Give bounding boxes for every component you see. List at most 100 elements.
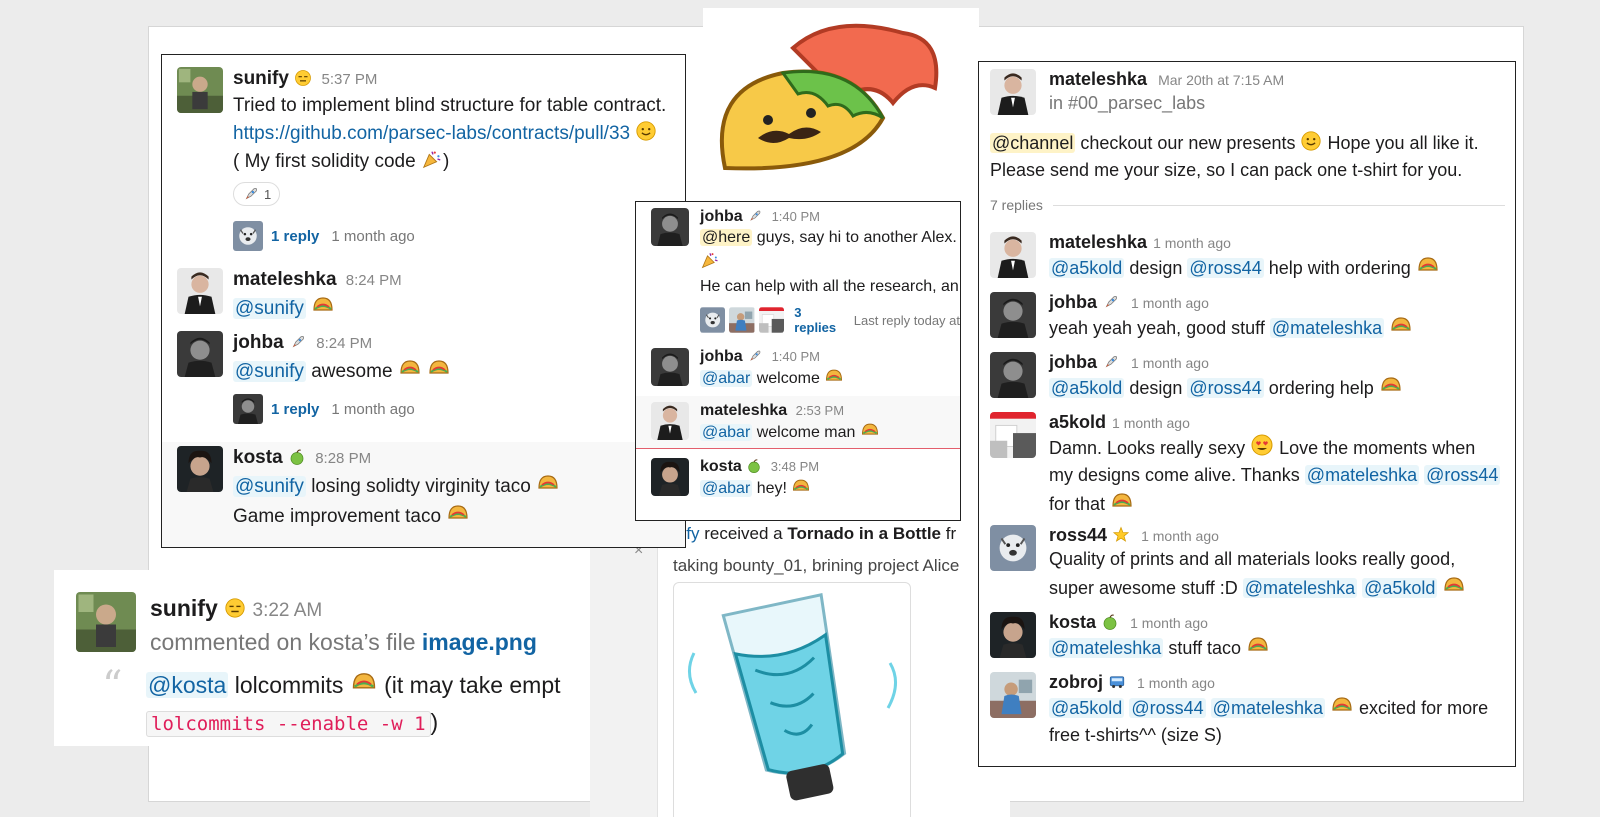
timestamp[interactable]: 8:28 PM	[315, 450, 371, 467]
panel-a-conversation: sunify 5:37 PM Tried to implement blind …	[161, 54, 686, 548]
sender-name[interactable]: sunify	[150, 595, 218, 621]
timestamp[interactable]: 3:22 AM	[253, 600, 323, 621]
message-text: stuff taco	[1168, 638, 1242, 658]
rocket-icon	[1105, 356, 1118, 368]
timestamp[interactable]: 8:24 PM	[316, 335, 372, 352]
avatar[interactable]	[651, 402, 689, 440]
avatar[interactable]	[990, 525, 1036, 571]
mention[interactable]: @sunify	[233, 476, 306, 497]
taco-icon	[793, 479, 810, 491]
reaction-rocket[interactable]: 1	[233, 182, 281, 206]
mention[interactable]: @a5kold	[1049, 258, 1125, 278]
thread-summary[interactable]: 1 reply 1 month ago	[233, 221, 685, 251]
file-link[interactable]: image.png	[422, 629, 537, 655]
mention[interactable]: @ross44	[1129, 698, 1206, 718]
timestamp[interactable]: 3:48 PM	[771, 459, 819, 474]
avatar[interactable]	[177, 331, 223, 377]
avatar	[729, 307, 755, 333]
avatar[interactable]	[76, 592, 136, 652]
timestamp[interactable]: 1 month ago	[1141, 528, 1219, 544]
sender-name[interactable]: johba	[233, 332, 284, 353]
thread-summary[interactable]: 3 replies Last reply today at	[700, 305, 960, 335]
sender-name[interactable]: mateleshka	[700, 402, 787, 419]
avatar[interactable]	[990, 612, 1036, 658]
mention[interactable]: @abar	[700, 370, 753, 387]
mention[interactable]: @a5kold	[1049, 698, 1125, 718]
timestamp[interactable]: 5:37 PM	[322, 71, 378, 88]
bounty-text: nify received a Tornado in a Bottle fr	[673, 524, 956, 544]
mention[interactable]: @mateleshka	[1210, 698, 1325, 718]
avatar[interactable]	[177, 268, 223, 314]
avatar[interactable]	[990, 232, 1036, 278]
thread-summary[interactable]: 1 reply 1 month ago	[233, 394, 685, 424]
avatar[interactable]	[651, 208, 689, 246]
timestamp[interactable]: 8:24 PM	[346, 272, 402, 289]
timestamp[interactable]: 1 month ago	[1131, 355, 1209, 371]
avatar[interactable]	[990, 69, 1036, 115]
reply-count[interactable]: 1 reply	[271, 401, 319, 418]
smiley-icon	[1301, 131, 1322, 151]
mention[interactable]: @sunify	[233, 298, 306, 319]
timestamp[interactable]: 2:53 PM	[796, 403, 844, 418]
sender-name[interactable]: johba	[1049, 292, 1097, 312]
mention[interactable]: @mateleshka	[1049, 638, 1164, 658]
here-mention[interactable]: @here	[700, 229, 753, 246]
sender-name[interactable]: kosta	[1049, 612, 1096, 632]
reply: johba 1 month ago @a5kold design @ross44…	[979, 352, 1515, 402]
sender-name[interactable]: johba	[1049, 352, 1097, 372]
mention[interactable]: @ross44	[1424, 465, 1501, 485]
reply-count[interactable]: 1 reply	[271, 228, 319, 245]
channel-label[interactable]: in #00_parsec_labs	[1049, 90, 1515, 116]
timestamp[interactable]: Mar 20th at 7:15 AM	[1158, 72, 1284, 88]
sender-name[interactable]: a5kold	[1049, 412, 1106, 432]
panel-d-file-comment: sunify 3:22 AM commented on kosta’s file…	[54, 570, 590, 746]
mention[interactable]: @abar	[700, 480, 753, 497]
sender-name[interactable]: mateleshka	[1049, 69, 1147, 89]
timestamp[interactable]: 1 month ago	[1131, 295, 1209, 311]
message: mateleshka 2:53 PM @abar welcome man	[636, 396, 960, 449]
avatar	[233, 394, 263, 424]
avatar[interactable]	[651, 458, 689, 496]
mention[interactable]: @ross44	[1187, 258, 1264, 278]
message: mateleshka 8:24 PM @sunify	[162, 268, 685, 323]
mention[interactable]: @kosta	[146, 672, 229, 698]
mention[interactable]: @ross44	[1187, 378, 1264, 398]
mention[interactable]: @sunify	[233, 361, 306, 382]
mention[interactable]: @a5kold	[1049, 378, 1125, 398]
avatar[interactable]	[990, 412, 1036, 458]
timestamp[interactable]: 1 month ago	[1112, 415, 1190, 431]
avatar[interactable]	[990, 292, 1036, 338]
sender-name[interactable]: sunify	[233, 68, 289, 89]
message-text: Hope you all like it.	[1327, 133, 1479, 153]
sender-name[interactable]: kosta	[700, 458, 742, 475]
mention[interactable]: @mateleshka	[1269, 318, 1385, 338]
sender-name[interactable]: mateleshka	[233, 269, 337, 290]
timestamp[interactable]: 1:40 PM	[772, 349, 820, 364]
sender-name[interactable]: mateleshka	[1049, 232, 1147, 252]
avatar[interactable]	[177, 446, 223, 492]
timestamp[interactable]: 1 month ago	[1130, 615, 1208, 631]
channel-mention[interactable]: @channel	[990, 133, 1076, 153]
mention[interactable]: @abar	[700, 424, 753, 441]
pull-request-link[interactable]: https://github.com/parsec-labs/contracts…	[233, 123, 630, 144]
sender-name[interactable]: johba	[700, 208, 743, 225]
avatar[interactable]	[651, 348, 689, 386]
mention[interactable]: @mateleshka	[1242, 578, 1358, 598]
sender-name[interactable]: zobroj	[1049, 672, 1103, 692]
timestamp[interactable]: 1:40 PM	[772, 209, 820, 224]
message-text: Game improvement taco	[233, 506, 442, 527]
avatar[interactable]	[177, 67, 223, 113]
timestamp[interactable]: 1 month ago	[1153, 235, 1231, 251]
sender-name[interactable]: ross44	[1049, 525, 1107, 545]
sender-name[interactable]: johba	[700, 348, 743, 365]
taco-icon	[399, 360, 420, 374]
reply-count[interactable]: 3 replies	[794, 305, 846, 335]
sender-name[interactable]: kosta	[233, 447, 283, 468]
avatar[interactable]	[990, 352, 1036, 398]
heart-eyes-icon	[1251, 434, 1273, 456]
avatar[interactable]	[990, 672, 1036, 718]
mention[interactable]: @a5kold	[1362, 578, 1438, 598]
timestamp[interactable]: 1 month ago	[1137, 675, 1215, 691]
tornado-bottle-image[interactable]	[673, 582, 911, 817]
mention[interactable]: @mateleshka	[1304, 465, 1420, 485]
